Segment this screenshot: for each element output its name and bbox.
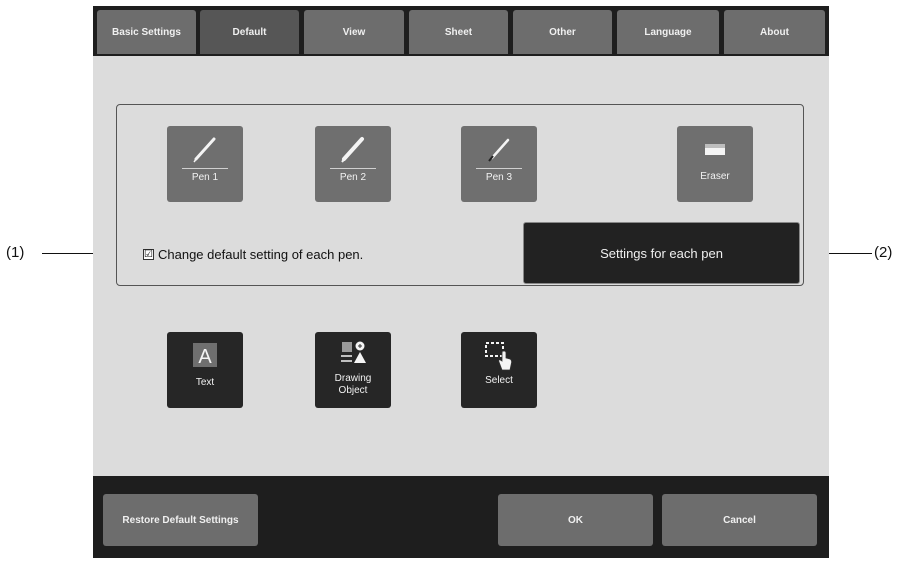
pen-icon xyxy=(193,137,216,163)
tab-default[interactable]: Default xyxy=(200,10,299,54)
select-tool-button[interactable]: Select xyxy=(461,332,537,408)
drawing-object-tool-button[interactable]: Drawing Object xyxy=(315,332,391,408)
text-icon: A xyxy=(193,343,217,368)
settings-dialog: Basic Settings Default View Sheet Other … xyxy=(93,6,829,558)
text-tool-label: Text xyxy=(195,377,215,388)
pen-icon xyxy=(488,138,510,162)
settings-for-each-pen-button[interactable]: Settings for each pen xyxy=(523,222,800,284)
restore-default-settings-button[interactable]: Restore Default Settings xyxy=(103,494,258,546)
tab-bar: Basic Settings Default View Sheet Other … xyxy=(93,6,829,56)
pen-1-button[interactable]: Pen 1 xyxy=(167,126,243,202)
tab-other[interactable]: Other xyxy=(513,10,612,54)
tab-view[interactable]: View xyxy=(304,10,404,54)
tab-basic-settings[interactable]: Basic Settings xyxy=(97,10,196,54)
pen-3-button[interactable]: Pen 3 xyxy=(461,126,537,202)
tab-sheet[interactable]: Sheet xyxy=(409,10,508,54)
text-tool-button[interactable]: A Text xyxy=(167,332,243,408)
change-default-row: ☑ Change default setting of each pen. xyxy=(143,247,363,262)
callout-2: (2) xyxy=(874,244,893,261)
pen-1-label: Pen 1 xyxy=(182,168,228,184)
ok-button[interactable]: OK xyxy=(498,494,653,546)
pen-3-label: Pen 3 xyxy=(476,168,522,184)
text-icon-glyph: A xyxy=(198,346,212,368)
eraser-button[interactable]: Eraser xyxy=(677,126,753,202)
tab-about[interactable]: About xyxy=(724,10,825,54)
eraser-icon xyxy=(705,144,725,155)
change-default-label: Change default setting of each pen. xyxy=(158,247,364,262)
change-default-checkbox[interactable]: ☑ xyxy=(143,249,154,260)
eraser-label: Eraser xyxy=(700,171,730,182)
pen-icon xyxy=(341,137,364,163)
dialog-footer: Restore Default Settings OK Cancel xyxy=(93,476,829,558)
drawing-object-icon xyxy=(341,341,366,363)
default-tab-content: Pen 1 Pen 2 Pen 3 Eraser ☑ Change defaul… xyxy=(93,56,829,476)
tab-language[interactable]: Language xyxy=(617,10,719,54)
cancel-button[interactable]: Cancel xyxy=(662,494,817,546)
select-icon xyxy=(485,342,512,371)
callout-1: (1) xyxy=(6,244,25,261)
drawing-object-tool-label: Drawing Object xyxy=(334,373,372,396)
pen-2-button[interactable]: Pen 2 xyxy=(315,126,391,202)
select-tool-label: Select xyxy=(485,375,513,386)
pen-2-label: Pen 2 xyxy=(330,168,376,184)
